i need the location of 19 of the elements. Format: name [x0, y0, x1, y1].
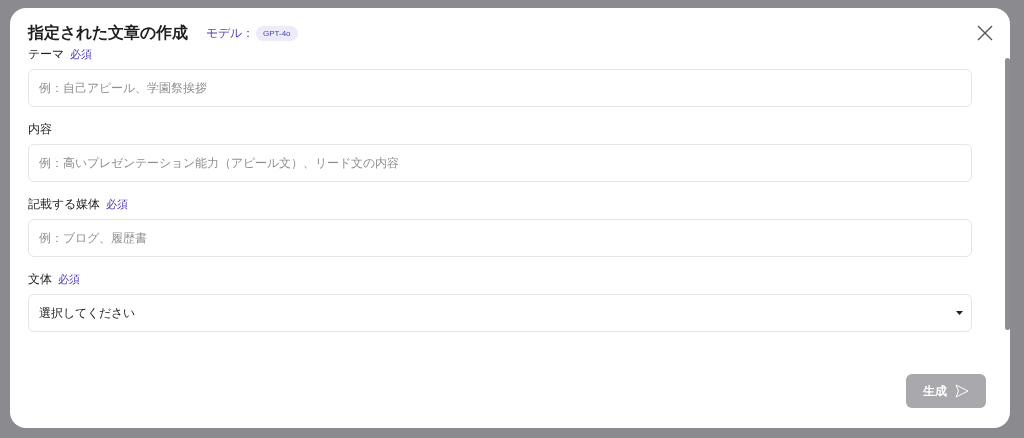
- close-button[interactable]: [976, 24, 994, 42]
- scrollbar[interactable]: [1005, 58, 1010, 330]
- required-tag: 必須: [58, 271, 80, 287]
- select-field[interactable]: 選択してください: [28, 294, 972, 332]
- send-icon: [955, 384, 969, 398]
- field-label: 文体: [28, 270, 52, 288]
- input-field[interactable]: 例：ブログ、履歴書: [28, 219, 972, 257]
- model-label: モデル：: [206, 24, 254, 42]
- caret-icon: [956, 311, 963, 315]
- field-label: 記載する媒体: [28, 195, 100, 213]
- required-tag: 必須: [70, 46, 92, 62]
- field-label: 内容: [28, 120, 52, 138]
- field-label: テーマ: [28, 45, 64, 63]
- input-field[interactable]: 例：自己アピール、学園祭挨拶: [28, 69, 972, 107]
- dialog-title: 指定された文章の作成: [28, 22, 188, 43]
- required-tag: 必須: [106, 196, 128, 212]
- model-badge: GPT-4o: [256, 25, 298, 41]
- input-field[interactable]: 例：高いプレゼンテーション能力（アピール文）、リード文の内容: [28, 144, 972, 182]
- close-icon: [976, 24, 994, 42]
